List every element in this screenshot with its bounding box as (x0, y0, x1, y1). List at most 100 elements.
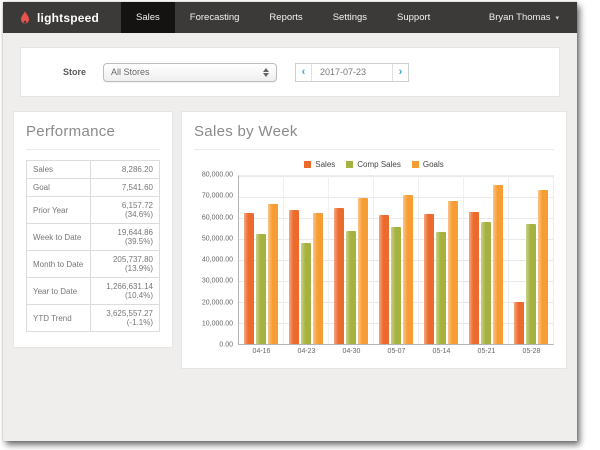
metric-label: Prior Year (26, 196, 91, 224)
x-tick-label: 05-28 (522, 348, 541, 355)
x-tick-label: 04-16 (252, 348, 271, 355)
metric-value: 205,737.80 (13.9%) (89, 250, 161, 278)
bar-goals[interactable] (313, 212, 323, 344)
store-label: Store (63, 67, 87, 77)
bar-goals[interactable] (538, 189, 548, 344)
bar-group (329, 176, 374, 344)
metric-value: 7,541.60 (89, 178, 161, 197)
y-axis: 80,000.00 70,000.00 60,000.00 50,000.00 … (194, 171, 238, 349)
metric-label: YTD Trend (26, 304, 91, 332)
sales-by-week-panel: Sales by Week Sales Comp Sales Goals 80,… (181, 111, 567, 369)
table-row: Sales 8,286.20 (26, 160, 161, 179)
y-tick-label: 70,000.00 (201, 192, 233, 200)
nav-menu: Sales Forecasting Reports Settings Suppo… (121, 2, 445, 33)
y-tick-label: 20,000.00 (201, 299, 233, 306)
x-tick-label: 04-30 (342, 348, 361, 355)
bar-goals[interactable] (358, 198, 368, 344)
bar-goals[interactable] (448, 201, 458, 344)
bar-sales[interactable] (514, 302, 524, 344)
y-tick-label: 80,000.00 (201, 171, 233, 179)
metric-value: 3,625,557.27 (-1.1%) (89, 304, 161, 332)
bar-goals[interactable] (403, 194, 413, 344)
date-value[interactable]: 2017-07-23 (312, 64, 392, 81)
metric-value: 6,157.72 (34.6%) (89, 196, 161, 224)
bar-comp-sales[interactable] (301, 243, 311, 344)
bar-comp-sales[interactable] (436, 231, 446, 344)
metric-label: Month to Date (26, 250, 91, 278)
x-axis: 04-16 04-23 04-30 05-07 05-14 05-21 05-2… (239, 345, 554, 355)
divider (26, 149, 160, 150)
performance-title: Performance (26, 123, 116, 140)
legend-label: Goals (422, 160, 444, 169)
metric-label: Year to Date (26, 277, 91, 305)
table-row: Month to Date 205,737.80 (13.9%) (26, 250, 161, 278)
nav-item-support[interactable]: Support (382, 2, 445, 33)
bar-comp-sales[interactable] (526, 224, 536, 344)
plot-area (238, 175, 554, 345)
table-row: YTD Trend 3,625,557.27 (-1.1%) (26, 304, 161, 332)
chevron-down-icon: ▾ (555, 14, 559, 22)
chart-legend: Sales Comp Sales Goals (194, 160, 554, 169)
bar-group (239, 176, 284, 344)
legend-swatch-sales (304, 161, 312, 168)
bar-sales[interactable] (244, 212, 254, 344)
metric-label: Goal (26, 178, 91, 197)
nav-item-forecasting[interactable]: Forecasting (175, 2, 255, 33)
legend-label: Sales (315, 160, 336, 169)
user-menu[interactable]: Bryan Thomas ▾ (489, 2, 559, 33)
table-row: Year to Date 1,266,631.14 (10.4%) (26, 277, 161, 305)
nav-item-reports[interactable]: Reports (254, 2, 317, 33)
table-row: Goal 7,541.60 (26, 178, 161, 197)
bar-sales[interactable] (469, 211, 479, 344)
bar-sales[interactable] (289, 209, 299, 344)
store-select[interactable]: All Stores (103, 62, 278, 82)
metric-value: 19,644.86 (39.5%) (89, 223, 161, 251)
metric-label: Week to Date (26, 223, 91, 251)
bar-comp-sales[interactable] (346, 230, 356, 344)
date-picker: ‹ 2017-07-23 › (295, 62, 410, 82)
metric-label: Sales (26, 160, 91, 179)
nav-item-sales[interactable]: Sales (121, 2, 175, 33)
legend-item-goals: Goals (411, 160, 444, 169)
brand-logo[interactable]: lightspeed (19, 2, 99, 33)
x-tick-label: 05-14 (432, 348, 451, 355)
divider (194, 149, 554, 150)
x-tick-label: 05-07 (387, 348, 406, 355)
bar-group (374, 176, 419, 344)
y-tick-label: 0.00 (219, 341, 233, 349)
legend-swatch-goals (411, 161, 419, 168)
bar-comp-sales[interactable] (256, 233, 266, 344)
date-prev-button[interactable]: ‹ (296, 63, 313, 81)
legend-item-sales: Sales (304, 160, 335, 169)
y-tick-label: 40,000.00 (201, 256, 233, 264)
y-tick-label: 10,000.00 (201, 320, 233, 328)
y-tick-label: 60,000.00 (201, 214, 233, 221)
filter-bar: Store All Stores ‹ 2017-07-23 › (20, 47, 560, 97)
date-next-button[interactable]: › (392, 63, 408, 81)
performance-panel: Performance Sales 8,286.20 Goal 7,541.60… (13, 111, 173, 348)
performance-table: Sales 8,286.20 Goal 7,541.60 Prior Year … (26, 160, 161, 332)
legend-item-comp-sales: Comp Sales (346, 160, 401, 169)
legend-label: Comp Sales (357, 160, 401, 169)
bar-group (419, 176, 464, 344)
x-tick-label: 04-23 (297, 348, 316, 355)
bar-sales[interactable] (424, 213, 434, 344)
metric-value: 1,266,631.14 (10.4%) (89, 277, 161, 305)
bar-group (284, 176, 329, 344)
bar-goals[interactable] (493, 185, 503, 344)
main-content: Performance Sales 8,286.20 Goal 7,541.60… (3, 97, 577, 369)
bar-comp-sales[interactable] (481, 222, 491, 344)
legend-swatch-comp-sales (346, 161, 354, 168)
chart-title: Sales by Week (194, 123, 298, 140)
bar-sales[interactable] (379, 214, 389, 344)
bar-group (509, 176, 553, 344)
metric-value: 8,286.20 (89, 160, 161, 179)
app-window: lightspeed Sales Forecasting Reports Set… (3, 2, 577, 441)
bar-comp-sales[interactable] (391, 227, 401, 344)
nav-item-settings[interactable]: Settings (318, 2, 382, 33)
y-tick-label: 30,000.00 (201, 277, 233, 285)
bar-goals[interactable] (268, 204, 278, 344)
store-select-value: All Stores (111, 67, 150, 77)
bar-sales[interactable] (334, 207, 344, 344)
table-row: Week to Date 19,644.86 (39.5%) (26, 223, 161, 251)
